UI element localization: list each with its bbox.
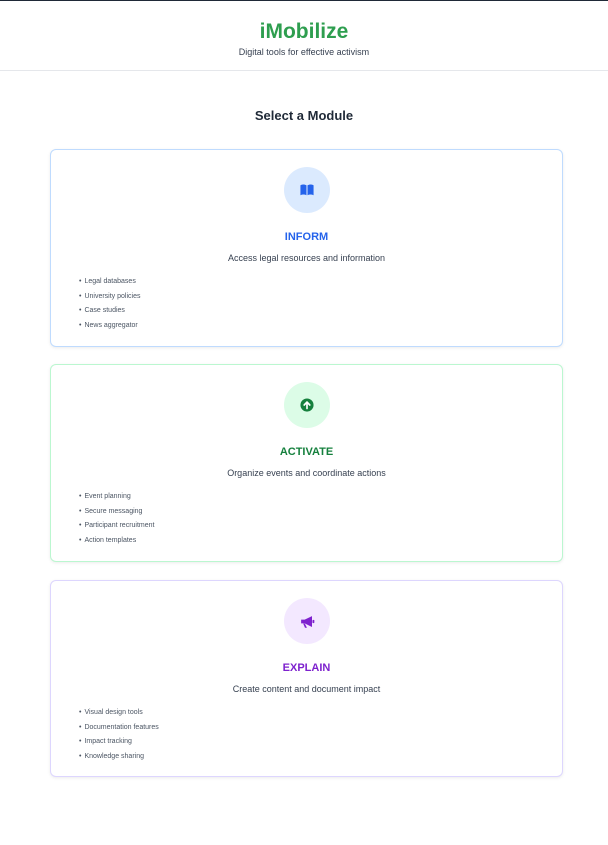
- feature-item: Participant recruitment: [79, 519, 154, 534]
- feature-item: Action templates: [79, 534, 154, 549]
- feature-item: Knowledge sharing: [79, 750, 159, 765]
- app-header: iMobilize Digital tools for effective ac…: [0, 1, 608, 71]
- activate-title: ACTIVATE: [279, 446, 334, 458]
- feature-item: Legal databases: [79, 275, 140, 290]
- activate-description: Organize events and coordinate actions: [227, 468, 386, 478]
- feature-item: Event planning: [79, 490, 154, 505]
- explain-description: Create content and document impact: [232, 684, 381, 694]
- explain-icon-circle: [284, 598, 330, 644]
- inform-icon-circle: [284, 167, 330, 213]
- activate-feature-list: Event planning Secure messaging Particip…: [79, 490, 154, 548]
- feature-item: Case studies: [79, 304, 140, 319]
- inform-module-card[interactable]: INFORM Access legal resources and inform…: [50, 149, 563, 347]
- feature-item: Impact tracking: [79, 735, 159, 750]
- explain-title: EXPLAIN: [282, 662, 331, 674]
- explain-feature-list: Visual design tools Documentation featur…: [79, 706, 159, 765]
- inform-description: Access legal resources and information: [227, 253, 386, 263]
- feature-item: News aggregator: [79, 319, 140, 334]
- activate-icon-circle: [284, 382, 330, 428]
- feature-item: Documentation features: [79, 721, 158, 736]
- activate-module-card[interactable]: ACTIVATE Organize events and coordinate …: [50, 364, 563, 562]
- inform-feature-list: Legal databases University policies Case…: [79, 275, 140, 333]
- feature-item: Secure messaging: [79, 505, 154, 520]
- megaphone-icon: [300, 615, 314, 628]
- app-subtitle: Digital tools for effective activism: [238, 47, 370, 57]
- explain-module-card[interactable]: EXPLAIN Create content and document impa…: [50, 580, 563, 777]
- feature-item: Visual design tools: [79, 706, 159, 721]
- feature-item: University policies: [79, 290, 140, 305]
- page-heading: Select a Module: [254, 108, 354, 123]
- arrow-up-circle-icon: [300, 398, 314, 412]
- app-title: iMobilize: [259, 20, 349, 43]
- book-icon: [300, 184, 314, 196]
- inform-title: INFORM: [284, 231, 329, 243]
